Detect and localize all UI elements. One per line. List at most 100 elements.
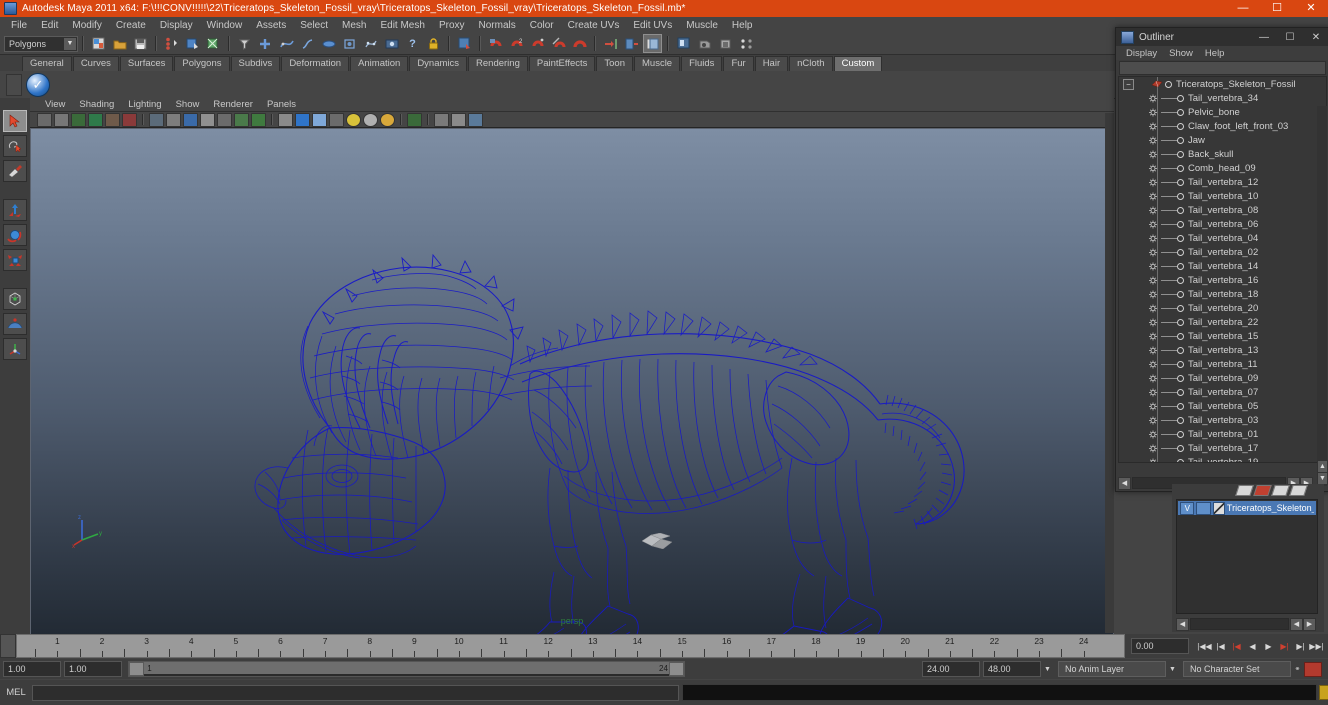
menu-help[interactable]: Help <box>725 18 760 33</box>
select-by-component-type-button[interactable] <box>204 34 223 53</box>
soft-modification-tool[interactable] <box>3 313 27 335</box>
menu-edit-mesh[interactable]: Edit Mesh <box>373 18 431 33</box>
layer-playback-toggle[interactable] <box>1196 501 1211 515</box>
menu-assets[interactable]: Assets <box>249 18 293 33</box>
bookmark-icon[interactable] <box>88 112 103 127</box>
layer-row[interactable]: V Triceratops_Skeleton_Fos <box>1178 501 1316 515</box>
magnet-snap-1-button[interactable] <box>486 34 505 53</box>
use-all-lights-icon[interactable] <box>380 112 395 127</box>
outliner-row[interactable]: Tail_vertebra_09 <box>1119 371 1326 385</box>
outliner-row[interactable]: Tail_vertebra_02 <box>1119 245 1326 259</box>
magnet-snap-3-button[interactable] <box>528 34 547 53</box>
minimize-button[interactable]: — <box>1226 0 1260 17</box>
panel-menu-shading[interactable]: Shading <box>72 99 121 110</box>
outliner-row[interactable]: Tail_vertebra_34 <box>1119 91 1326 105</box>
layer-scroll-right-button[interactable]: ▶ <box>1303 617 1316 631</box>
shelf-tab-painteffects[interactable]: PaintEffects <box>528 56 596 71</box>
snap-to-live-object-button[interactable] <box>340 34 359 53</box>
animation-start-field[interactable]: 1.00 <box>64 661 122 677</box>
outliner-row[interactable]: Tail_vertebra_22 <box>1119 315 1326 329</box>
wireframe-shading-icon[interactable] <box>278 112 293 127</box>
character-set-key-icon[interactable]: ⚭ <box>1291 662 1304 676</box>
image-plane-icon[interactable] <box>105 112 120 127</box>
open-attribute-editor-button[interactable] <box>455 34 474 53</box>
menu-color[interactable]: Color <box>523 18 561 33</box>
current-time-field[interactable]: 0.00 <box>1131 638 1189 654</box>
animation-end-field[interactable]: 48.00 <box>983 661 1041 677</box>
show-hide-attribute-editor-button[interactable] <box>674 34 693 53</box>
go-to-start-button[interactable]: |◀◀ <box>1197 639 1212 654</box>
show-hide-editor-left-button[interactable] <box>601 34 620 53</box>
outliner-row[interactable]: Comb_head_09 <box>1119 161 1326 175</box>
outliner-minimize-button[interactable]: — <box>1251 28 1277 46</box>
outliner-row[interactable]: Tail_vertebra_11 <box>1119 357 1326 371</box>
shadows-toggle-icon[interactable] <box>407 112 422 127</box>
menu-set-dropdown[interactable]: Polygons ▼ <box>4 35 78 52</box>
outliner-row[interactable]: Jaw <box>1119 133 1326 147</box>
outliner-row[interactable]: Tail_vertebra_01 <box>1119 427 1326 441</box>
anim-layer-dropdown[interactable]: No Anim Layer <box>1058 661 1166 677</box>
layer-scroll-track[interactable] <box>1190 618 1289 630</box>
menu-create-uvs[interactable]: Create UVs <box>561 18 627 33</box>
outliner-row[interactable]: Tail_vertebra_17 <box>1119 441 1326 455</box>
range-dropdown-arrow-icon[interactable]: ▼ <box>1041 662 1054 676</box>
outliner-row[interactable]: Tail_vertebra_16 <box>1119 273 1326 287</box>
layer-scroll-left-2-button[interactable]: ◀ <box>1290 617 1303 631</box>
outliner-row[interactable]: Tail_vertebra_20 <box>1119 301 1326 315</box>
two-d-pan-zoom-icon[interactable] <box>122 112 137 127</box>
close-button[interactable]: ✕ <box>1294 0 1328 17</box>
step-forward-key-button[interactable]: ▶| <box>1293 639 1308 654</box>
show-hide-channel-box-button[interactable] <box>643 34 662 53</box>
outliner-row[interactable]: Tail_vertebra_10 <box>1119 189 1326 203</box>
go-to-end-button[interactable]: ▶▶| <box>1309 639 1324 654</box>
lock-camera-icon[interactable] <box>54 112 69 127</box>
shelf-tab-polygons[interactable]: Polygons <box>174 56 230 71</box>
range-slider[interactable]: 1 24 <box>128 661 685 677</box>
outliner-row[interactable]: Tail_vertebra_12 <box>1119 175 1326 189</box>
paint-select-tool[interactable] <box>3 160 27 182</box>
layer-horizontal-scrollbar[interactable]: ◀ ◀ ▶ <box>1176 617 1316 631</box>
lasso-select-tool[interactable] <box>3 135 27 157</box>
menu-edit[interactable]: Edit <box>34 18 65 33</box>
outliner-row[interactable]: Claw_foot_left_front_03 <box>1119 119 1326 133</box>
shelf-editor-button[interactable] <box>6 74 22 96</box>
shelf-tab-fluids[interactable]: Fluids <box>681 56 723 71</box>
outliner-row[interactable]: Tail_vertebra_13 <box>1119 343 1326 357</box>
layer-visibility-toggle[interactable]: V <box>1180 501 1195 515</box>
menu-modify[interactable]: Modify <box>65 18 108 33</box>
hypershade-button[interactable] <box>737 34 756 53</box>
resolution-gate-icon[interactable] <box>183 112 198 127</box>
range-end-handle[interactable] <box>669 662 684 676</box>
menu-muscle[interactable]: Muscle <box>679 18 725 33</box>
menu-edit-uvs[interactable]: Edit UVs <box>626 18 679 33</box>
character-set-dropdown[interactable]: No Character Set <box>1183 661 1291 677</box>
outliner-scroll-left-button[interactable]: ◀ <box>1118 476 1131 490</box>
outliner-row[interactable]: Tail_vertebra_08 <box>1119 203 1326 217</box>
shelf-tab-surfaces[interactable]: Surfaces <box>119 56 174 71</box>
outliner-row[interactable]: Tail_vertebra_19 <box>1119 455 1326 462</box>
shelf-tab-toon[interactable]: Toon <box>596 56 633 71</box>
layer-list[interactable]: V Triceratops_Skeleton_Fos <box>1176 499 1318 614</box>
menu-proxy[interactable]: Proxy <box>432 18 472 33</box>
snap-to-point-button[interactable] <box>298 34 317 53</box>
command-input[interactable] <box>32 684 679 701</box>
show-hide-editor-right-button[interactable] <box>622 34 641 53</box>
play-backwards-button[interactable]: ◀ <box>1245 639 1260 654</box>
construction-history-button[interactable] <box>361 34 380 53</box>
shelf-tab-curves[interactable]: Curves <box>72 56 119 71</box>
new-layer-from-selected-button[interactable] <box>1253 485 1272 496</box>
layer-options-button[interactable] <box>1271 485 1290 496</box>
gate-mask-icon[interactable] <box>200 112 215 127</box>
shelf-tab-subdivs[interactable]: Subdivs <box>230 56 281 71</box>
panel-menu-renderer[interactable]: Renderer <box>206 99 260 110</box>
outliner-vertical-scrollbar[interactable]: ▲ ▼ <box>1317 106 1328 486</box>
panel-menu-lighting[interactable]: Lighting <box>121 99 168 110</box>
range-start-field[interactable]: 1.00 <box>3 661 61 677</box>
outliner-row[interactable]: Tail_vertebra_04 <box>1119 231 1326 245</box>
viewport-vertical-scrollbar[interactable] <box>1105 113 1114 633</box>
snap-to-view-plane-button[interactable] <box>319 34 338 53</box>
menu-file[interactable]: File <box>4 18 34 33</box>
step-forward-frame-button[interactable]: ▶| <box>1277 639 1292 654</box>
universal-manipulator-tool[interactable] <box>3 288 27 310</box>
shelf-tab-custom[interactable]: Custom <box>833 56 883 71</box>
